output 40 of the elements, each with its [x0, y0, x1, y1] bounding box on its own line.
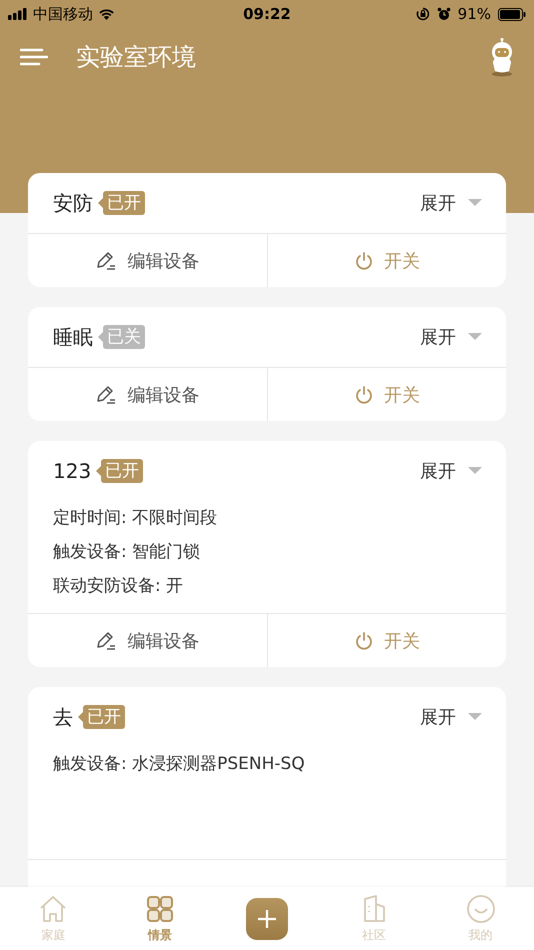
power-icon: [354, 384, 374, 404]
house-icon: [38, 894, 68, 924]
battery-percent: 91%: [458, 5, 491, 23]
alarm-icon: [436, 7, 451, 21]
wifi-icon: [98, 8, 115, 20]
scene-name: 安防: [53, 190, 93, 216]
pencil-icon: [95, 384, 118, 404]
edit-devices-button[interactable]: 编辑设备: [28, 368, 268, 421]
dropdown-caret-icon: [468, 713, 482, 721]
status-time: 09:22: [243, 5, 291, 23]
power-icon: [354, 630, 374, 650]
smile-icon: [466, 894, 496, 924]
scene-name: 去: [53, 704, 73, 730]
detail-line: 联动安防设备: 开: [53, 575, 184, 598]
scene-name: 睡眠: [53, 324, 93, 350]
grid-icon: [145, 894, 176, 924]
menu-icon[interactable]: [20, 48, 48, 66]
detail-line: 定时时间: 不限时间段: [53, 507, 218, 530]
dropdown-caret-icon: [468, 199, 482, 207]
add-button[interactable]: [246, 898, 288, 940]
detail-line: 触发设备: 智能门锁: [53, 541, 202, 564]
detail-line: 触发设备: 水浸探测器PSENH-SQ: [53, 753, 306, 776]
expand-button[interactable]: 展开: [420, 459, 482, 483]
scene-name: 123: [53, 459, 92, 483]
expand-button[interactable]: 展开: [420, 191, 482, 215]
carrier-name: 中国移动: [33, 4, 93, 24]
plus-icon: [256, 908, 278, 930]
expand-button[interactable]: 展开: [420, 325, 482, 349]
dropdown-caret-icon: [468, 333, 482, 341]
expand-button[interactable]: 展开: [420, 705, 482, 729]
edit-devices-button[interactable]: 编辑设备: [28, 234, 268, 287]
dropdown-caret-icon: [468, 467, 482, 475]
page-title: 实验室环境: [76, 42, 197, 73]
pencil-icon: [95, 630, 118, 650]
edit-devices-button[interactable]: 编辑设备: [28, 614, 268, 667]
power-icon: [354, 250, 374, 270]
battery-icon: [498, 8, 526, 20]
pencil-icon: [95, 250, 118, 270]
signal-icon: [8, 8, 28, 20]
rotation-lock-icon: [416, 7, 430, 21]
